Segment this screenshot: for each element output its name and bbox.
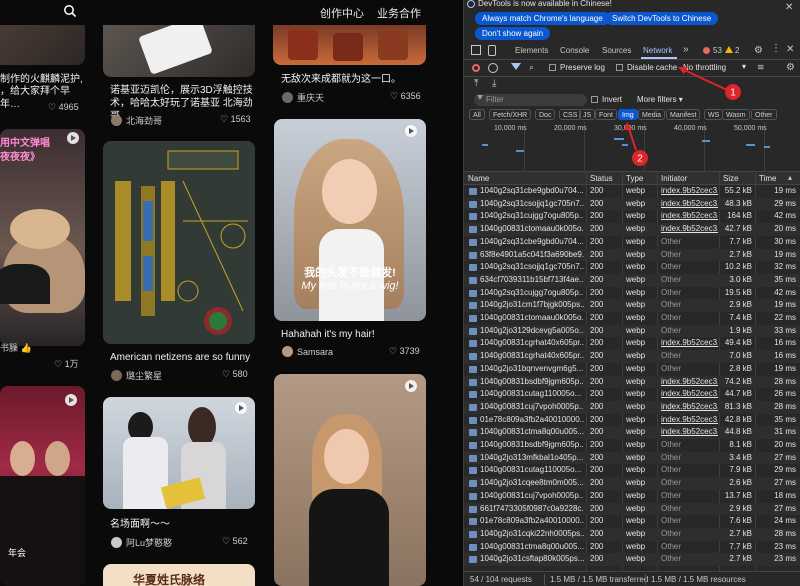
annotation-arrow: [679, 67, 728, 91]
annotation-arrowhead: [624, 122, 632, 130]
annotation-label: 2: [637, 154, 643, 165]
annotation-overlay: 1 2: [624, 67, 741, 166]
annotation-label: 1: [730, 88, 736, 99]
